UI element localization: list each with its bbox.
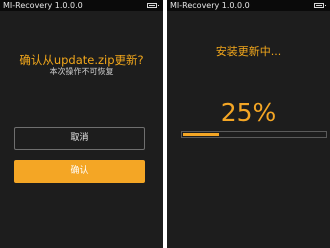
- status-bar: MI-Recovery 1.0.0.0: [167, 0, 330, 11]
- progress-percent: 25%: [220, 98, 277, 127]
- irreversible-warning: 本次操作不可恢复: [49, 67, 114, 76]
- installing-status: 安装更新中...: [215, 45, 282, 58]
- battery-icon: [314, 3, 326, 8]
- confirm-screen: MI-Recovery 1.0.0.0 确认从update.zip更新? 本次操…: [0, 0, 163, 248]
- progress-fill: [183, 133, 219, 136]
- battery-icon: [147, 3, 159, 8]
- confirm-button[interactable]: 确认: [14, 160, 145, 183]
- status-bar: MI-Recovery 1.0.0.0: [0, 0, 163, 11]
- app-title: MI-Recovery 1.0.0.0: [3, 1, 83, 10]
- cancel-button[interactable]: 取消: [14, 127, 145, 150]
- screenshot: MI-Recovery 1.0.0.0 确认从update.zip更新? 本次操…: [0, 0, 330, 248]
- progress-bar: [181, 131, 327, 138]
- app-title: MI-Recovery 1.0.0.0: [170, 1, 250, 10]
- progress-screen: MI-Recovery 1.0.0.0 安装更新中... 25%: [167, 0, 330, 248]
